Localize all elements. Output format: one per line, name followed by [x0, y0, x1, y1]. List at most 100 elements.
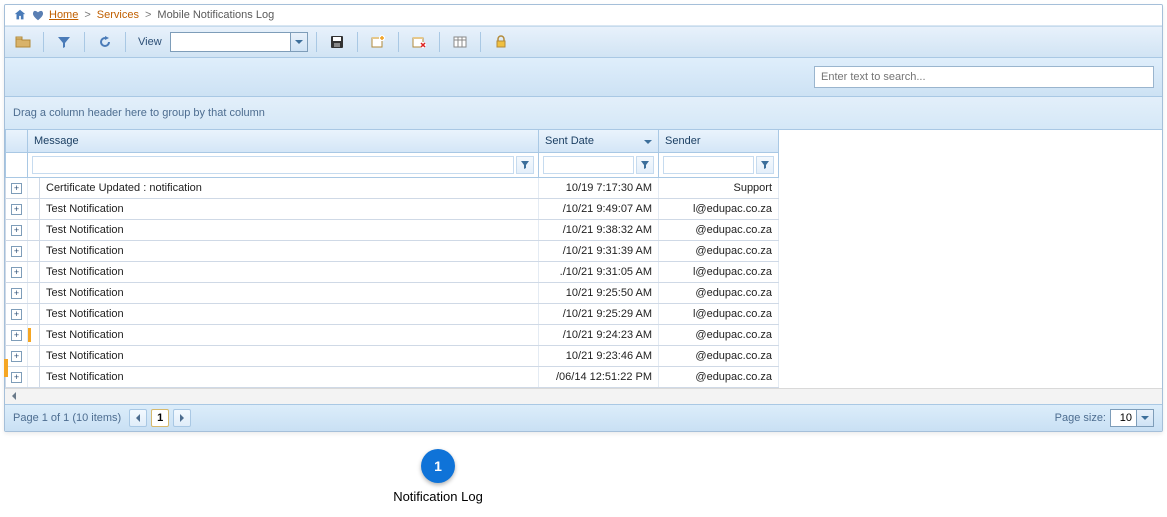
sent-date-cell: 10/21 9:25:50 AM	[539, 282, 659, 303]
message-cell: Test Notification	[40, 282, 539, 303]
expand-cell[interactable]: +	[6, 261, 28, 282]
filter-button-sent-date[interactable]	[636, 156, 654, 174]
filter-button-message[interactable]	[516, 156, 534, 174]
delete-button[interactable]	[407, 31, 431, 53]
sent-date-cell: ./10/21 9:31:05 AM	[539, 261, 659, 282]
toolbar-separator	[398, 32, 399, 52]
expand-row-button[interactable]: +	[11, 372, 22, 383]
save-button[interactable]	[325, 31, 349, 53]
expand-row-button[interactable]: +	[11, 351, 22, 362]
page-size-dropdown-button[interactable]	[1136, 409, 1154, 427]
pager: Page 1 of 1 (10 items) 1 Page size:	[5, 404, 1162, 431]
table-row[interactable]: +Certificate Updated : notification10/19…	[6, 177, 1163, 198]
row-marker-cell	[28, 366, 40, 387]
sent-date-cell: /10/21 9:31:39 AM	[539, 240, 659, 261]
refresh-button[interactable]	[93, 31, 117, 53]
expand-cell[interactable]: +	[6, 240, 28, 261]
expand-row-button[interactable]: +	[11, 309, 22, 320]
table-row[interactable]: +Test Notification10/21 9:23:46 AM@edupa…	[6, 345, 1163, 366]
filter-button[interactable]	[52, 31, 76, 53]
expand-row-button[interactable]: +	[11, 267, 22, 278]
filter-input-message[interactable]	[32, 156, 514, 174]
sent-date-cell: /10/21 9:49:07 AM	[539, 198, 659, 219]
pager-prev-button[interactable]	[129, 409, 147, 427]
breadcrumb-sep: >	[145, 9, 151, 21]
callout-number: 1	[421, 449, 455, 483]
expand-cell[interactable]: +	[6, 303, 28, 324]
columns-button[interactable]	[448, 31, 472, 53]
callout-label: Notification Log	[387, 489, 489, 504]
sender-cell: l@edupac.co.za	[659, 303, 779, 324]
breadcrumb-home[interactable]: Home	[49, 9, 78, 21]
sender-cell: l@edupac.co.za	[659, 261, 779, 282]
view-label: View	[138, 36, 162, 48]
breadcrumb-services[interactable]: Services	[97, 9, 139, 21]
filter-button-sender[interactable]	[756, 156, 774, 174]
sent-date-cell: /10/21 9:24:23 AM	[539, 324, 659, 345]
page-size-combo[interactable]	[1110, 409, 1154, 427]
filler-cell	[779, 240, 1162, 261]
lock-button[interactable]	[489, 31, 513, 53]
expand-row-button[interactable]: +	[11, 183, 22, 194]
pager-next-button[interactable]	[173, 409, 191, 427]
horizontal-scrollbar[interactable]	[5, 388, 1162, 404]
add-button[interactable]	[366, 31, 390, 53]
row-marker-cell	[28, 219, 40, 240]
filter-input-sent-date[interactable]	[543, 156, 634, 174]
expand-row-button[interactable]: +	[11, 246, 22, 257]
message-cell: Test Notification	[40, 366, 539, 387]
favorite-icon[interactable]	[31, 8, 45, 22]
message-cell: Test Notification	[40, 240, 539, 261]
column-header-message[interactable]: Message	[28, 130, 539, 152]
expand-cell[interactable]: +	[6, 219, 28, 240]
column-header-sender[interactable]: Sender	[659, 130, 779, 152]
breadcrumb: Home > Services > Mobile Notifications L…	[5, 5, 1162, 26]
breadcrumb-current: Mobile Notifications Log	[157, 9, 274, 21]
row-marker-cell	[28, 303, 40, 324]
expand-row-button[interactable]: +	[11, 288, 22, 299]
table-row[interactable]: +Test Notification/10/21 9:38:32 AM@edup…	[6, 219, 1163, 240]
sent-date-cell: /10/21 9:25:29 AM	[539, 303, 659, 324]
expand-row-button[interactable]: +	[11, 225, 22, 236]
table-row[interactable]: +Test Notification/10/21 9:31:39 AM@edup…	[6, 240, 1163, 261]
table-row[interactable]: +Test Notification/06/14 12:51:22 PM@edu…	[6, 366, 1163, 387]
group-by-hint[interactable]: Drag a column header here to group by th…	[5, 97, 1162, 130]
page-size-input[interactable]	[1110, 409, 1136, 427]
filler-cell	[779, 219, 1162, 240]
view-input[interactable]	[170, 32, 290, 52]
filler-cell	[779, 303, 1162, 324]
toolbar-separator	[316, 32, 317, 52]
column-header-sent-date[interactable]: Sent Date	[539, 130, 659, 152]
filler-cell	[779, 198, 1162, 219]
view-dropdown-button[interactable]	[290, 32, 308, 52]
expand-cell[interactable]: +	[6, 282, 28, 303]
pager-page-1[interactable]: 1	[151, 409, 169, 427]
expand-cell[interactable]: +	[6, 324, 28, 345]
table-row[interactable]: + Test Notification./10/21 9:31:05 AMl@ed…	[6, 261, 1163, 282]
view-combo[interactable]	[170, 32, 308, 52]
table-row[interactable]: +Test Notification10/21 9:25:50 AM@edupa…	[6, 282, 1163, 303]
expand-row-button[interactable]: +	[11, 330, 22, 341]
orange-marker	[28, 328, 31, 342]
home-icon[interactable]	[13, 8, 27, 22]
table-row[interactable]: +Test Notification/10/21 9:24:23 AM@edup…	[6, 324, 1163, 345]
toolbar-separator	[125, 32, 126, 52]
orange-accent-bar	[4, 359, 8, 377]
filter-cell-message	[28, 152, 539, 177]
table-row[interactable]: +Test Notification/10/21 9:49:07 AMl@edu…	[6, 198, 1163, 219]
expand-cell[interactable]: +	[6, 177, 28, 198]
scroll-left-icon[interactable]	[9, 391, 19, 401]
expand-row-button[interactable]: +	[11, 204, 22, 215]
open-folder-button[interactable]	[11, 31, 35, 53]
row-marker-cell	[28, 198, 40, 219]
expand-cell[interactable]: +	[6, 345, 28, 366]
expand-cell[interactable]: +	[6, 366, 28, 387]
search-input[interactable]	[814, 66, 1154, 88]
callout: 1 Notification Log	[387, 449, 489, 504]
filter-input-sender[interactable]	[663, 156, 754, 174]
message-cell: Test Notification	[40, 261, 539, 282]
sent-date-cell: 10/19 7:17:30 AM	[539, 177, 659, 198]
message-cell: Test Notification	[40, 345, 539, 366]
expand-cell[interactable]: +	[6, 198, 28, 219]
table-row[interactable]: +Test Notification/10/21 9:25:29 AMl@edu…	[6, 303, 1163, 324]
